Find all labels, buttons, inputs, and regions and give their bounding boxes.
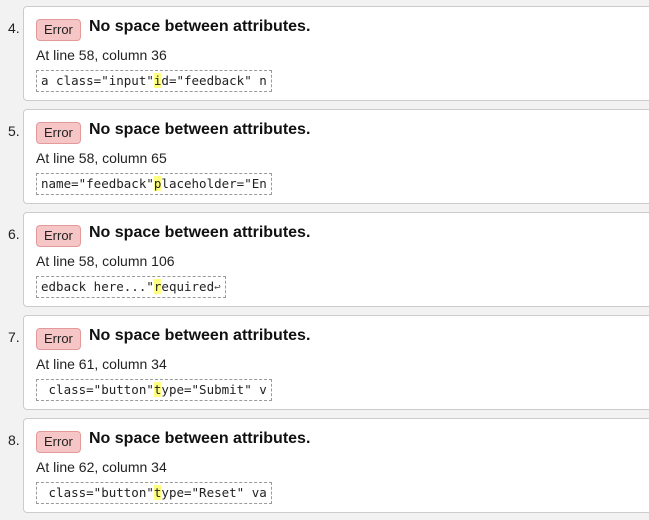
extract-after: equired: [161, 279, 215, 294]
error-card: Error No space between attributes. At li…: [23, 109, 649, 204]
error-number: 4.: [8, 20, 20, 36]
error-message: No space between attributes.: [89, 327, 311, 344]
error-location: At line 58, column 65: [36, 150, 167, 166]
code-extract: name="feedback"placeholder="En: [36, 173, 272, 195]
line-break-icon: ↩: [214, 280, 221, 294]
extract-after: d="feedback" n: [161, 73, 267, 88]
error-type-badge: Error: [36, 19, 81, 41]
error-item: 8. Error No space between attributes. At…: [0, 418, 649, 515]
error-message: No space between attributes.: [89, 224, 311, 241]
error-number: 6.: [8, 226, 20, 242]
error-item: 5. Error No space between attributes. At…: [0, 109, 649, 206]
code-extract: class="button"type="Reset" va: [36, 482, 272, 504]
extract-before: name="feedback": [41, 176, 154, 191]
error-message: No space between attributes.: [89, 430, 311, 447]
extract-after: ype="Reset" va: [161, 485, 267, 500]
error-number: 5.: [8, 123, 20, 139]
extract-after: laceholder="En: [161, 176, 267, 191]
code-extract: edback here..."required↩: [36, 276, 226, 298]
error-type-badge: Error: [36, 328, 81, 350]
error-location: At line 61, column 34: [36, 356, 167, 372]
code-extract: class="button"type="Submit" v: [36, 379, 272, 401]
code-extract: a class="input"id="feedback" n: [36, 70, 272, 92]
extract-before: class="button": [41, 485, 154, 500]
error-location: At line 58, column 36: [36, 47, 167, 63]
extract-before: a class="input": [41, 73, 154, 88]
error-location: At line 58, column 106: [36, 253, 175, 269]
error-number: 8.: [8, 432, 20, 448]
error-type-badge: Error: [36, 225, 81, 247]
error-location: At line 62, column 34: [36, 459, 167, 475]
extract-before: edback here...": [41, 279, 154, 294]
error-card: Error No space between attributes. At li…: [23, 212, 649, 307]
error-card: Error No space between attributes. At li…: [23, 315, 649, 410]
extract-after: ype="Submit" v: [161, 382, 267, 397]
error-card: Error No space between attributes. At li…: [23, 418, 649, 513]
extract-before: class="button": [41, 382, 154, 397]
error-message: No space between attributes.: [89, 121, 311, 138]
error-card: Error No space between attributes. At li…: [23, 6, 649, 101]
error-message: No space between attributes.: [89, 18, 311, 35]
error-item: 4. Error No space between attributes. At…: [0, 6, 649, 103]
error-number: 7.: [8, 329, 20, 345]
error-type-badge: Error: [36, 431, 81, 453]
error-item: 7. Error No space between attributes. At…: [0, 315, 649, 412]
error-item: 6. Error No space between attributes. At…: [0, 212, 649, 309]
error-type-badge: Error: [36, 122, 81, 144]
validator-results-list: 4. Error No space between attributes. At…: [0, 0, 649, 520]
